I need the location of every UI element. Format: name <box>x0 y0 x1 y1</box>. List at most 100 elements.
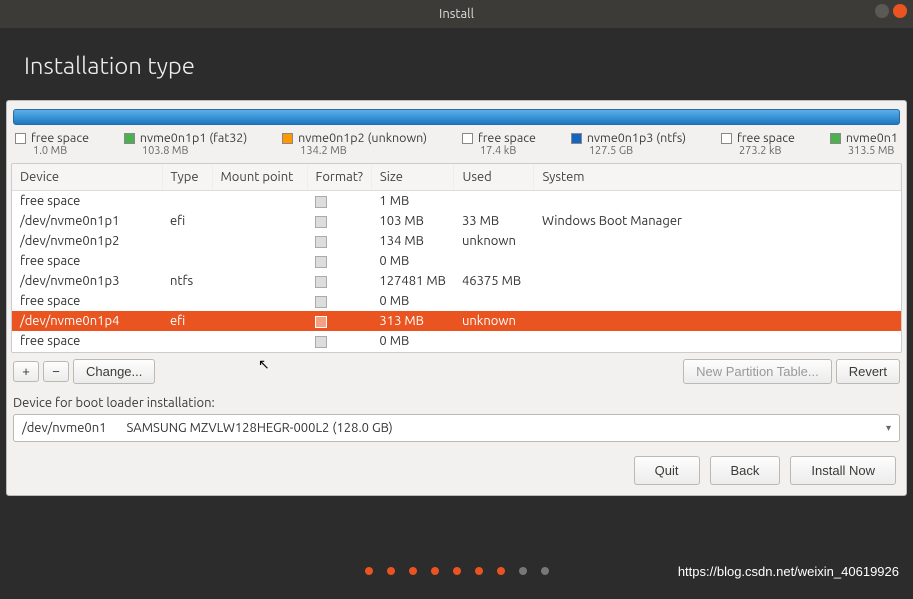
swatch-icon <box>571 133 582 144</box>
cell-used: unknown <box>454 231 534 251</box>
cell-device: /dev/nvme0n1p2 <box>12 231 162 251</box>
partition-table[interactable]: Device Type Mount point Format? Size Use… <box>11 163 902 353</box>
format-checkbox[interactable] <box>315 216 327 228</box>
legend-label: free space <box>31 131 89 145</box>
cell-used: 46375 MB <box>454 271 534 291</box>
legend-size: 127.5 GB <box>571 145 686 157</box>
col-system[interactable]: System <box>534 164 901 191</box>
col-mount[interactable]: Mount point <box>212 164 307 191</box>
remove-partition-button[interactable]: − <box>43 361 69 382</box>
cell-system <box>534 191 901 212</box>
swatch-icon <box>830 133 841 144</box>
cell-mount <box>212 251 307 271</box>
close-button[interactable] <box>893 4 907 18</box>
back-button[interactable]: Back <box>710 456 781 485</box>
cell-device: free space <box>12 291 162 311</box>
table-row[interactable]: free space 1 MB <box>12 191 901 212</box>
legend-label: free space <box>737 131 795 145</box>
legend-item[interactable]: nvme0n1313.5 MB <box>830 131 898 157</box>
add-partition-button[interactable]: + <box>13 361 39 382</box>
col-device[interactable]: Device <box>12 164 162 191</box>
swatch-icon <box>124 133 135 144</box>
swatch-icon <box>282 133 293 144</box>
chevron-down-icon: ▾ <box>886 422 891 434</box>
change-partition-button[interactable]: Change... <box>73 359 155 384</box>
minimize-button[interactable] <box>875 4 889 18</box>
cell-device: free space <box>12 331 162 351</box>
cell-format[interactable] <box>307 231 371 251</box>
cell-mount <box>212 331 307 351</box>
table-row[interactable]: /dev/nvme0n1p3 ntfs 127481 MB 46375 MB <box>12 271 901 291</box>
format-checkbox[interactable] <box>315 276 327 288</box>
cell-format[interactable] <box>307 331 371 351</box>
format-checkbox[interactable] <box>315 336 327 348</box>
col-type[interactable]: Type <box>162 164 212 191</box>
cell-format[interactable] <box>307 271 371 291</box>
cell-type <box>162 331 212 351</box>
titlebar: Install <box>0 0 913 28</box>
cell-format[interactable] <box>307 211 371 231</box>
new-partition-table-button[interactable]: New Partition Table... <box>683 359 832 384</box>
legend-item[interactable]: free space17.4 kB <box>462 131 536 157</box>
col-format[interactable]: Format? <box>307 164 371 191</box>
format-checkbox[interactable] <box>315 296 327 308</box>
format-checkbox[interactable] <box>315 196 327 208</box>
format-checkbox[interactable] <box>315 236 327 248</box>
revert-button[interactable]: Revert <box>836 359 900 384</box>
cell-type: efi <box>162 211 212 231</box>
cell-size: 1 MB <box>371 191 454 212</box>
dot <box>409 567 417 575</box>
legend-size: 103.8 MB <box>124 145 247 157</box>
cell-type <box>162 251 212 271</box>
table-row[interactable]: free space 0 MB <box>12 331 901 351</box>
cell-mount <box>212 291 307 311</box>
legend-item[interactable]: free space273.2 kB <box>721 131 795 157</box>
legend-item[interactable]: nvme0n1p3 (ntfs)127.5 GB <box>571 131 686 157</box>
window-controls <box>875 4 907 18</box>
legend-label: free space <box>478 131 536 145</box>
table-row[interactable]: free space 0 MB <box>12 291 901 311</box>
cell-type: ntfs <box>162 271 212 291</box>
table-row[interactable]: /dev/nvme0n1p2 134 MB unknown <box>12 231 901 251</box>
cell-size: 313 MB <box>371 311 454 331</box>
cell-system <box>534 291 901 311</box>
cell-format[interactable] <box>307 191 371 212</box>
col-size[interactable]: Size <box>371 164 454 191</box>
quit-button[interactable]: Quit <box>634 456 700 485</box>
cell-size: 103 MB <box>371 211 454 231</box>
cell-mount <box>212 211 307 231</box>
cell-mount <box>212 231 307 251</box>
cell-format[interactable] <box>307 291 371 311</box>
dot <box>519 567 527 575</box>
cell-device: free space <box>12 191 162 212</box>
cell-format[interactable] <box>307 251 371 271</box>
cell-mount <box>212 311 307 331</box>
swatch-icon <box>721 133 732 144</box>
cell-used <box>454 331 534 351</box>
partition-toolbar: + − Change... New Partition Table... Rev… <box>11 353 902 388</box>
table-row[interactable]: /dev/nvme0n1p4 efi 313 MB unknown <box>12 311 901 331</box>
cell-device: free space <box>12 251 162 271</box>
table-row[interactable]: free space 0 MB <box>12 251 901 271</box>
cell-used: unknown <box>454 311 534 331</box>
partition-usage-bar[interactable] <box>13 109 900 125</box>
legend-size: 273.2 kB <box>721 145 795 157</box>
cell-format[interactable] <box>307 311 371 331</box>
cell-system <box>534 331 901 351</box>
install-now-button[interactable]: Install Now <box>790 456 896 485</box>
table-row[interactable]: /dev/nvme0n1p1 efi 103 MB 33 MB Windows … <box>12 211 901 231</box>
progress-dots <box>365 567 549 575</box>
format-checkbox[interactable] <box>315 256 327 268</box>
legend-item[interactable]: nvme0n1p1 (fat32)103.8 MB <box>124 131 247 157</box>
legend-item[interactable]: free space1.0 MB <box>15 131 89 157</box>
cell-type <box>162 231 212 251</box>
legend-label: nvme0n1p1 (fat32) <box>140 131 247 145</box>
wizard-nav: Quit Back Install Now <box>11 442 902 491</box>
col-used[interactable]: Used <box>454 164 534 191</box>
format-checkbox[interactable] <box>315 316 327 328</box>
cell-type <box>162 191 212 212</box>
legend-item[interactable]: nvme0n1p2 (unknown)134.2 MB <box>282 131 427 157</box>
bootloader-device-dropdown[interactable]: /dev/nvme0n1 SAMSUNG MZVLW128HEGR-000L2 … <box>13 414 900 442</box>
cell-size: 0 MB <box>371 331 454 351</box>
bootloader-label: Device for boot loader installation: <box>11 388 902 414</box>
